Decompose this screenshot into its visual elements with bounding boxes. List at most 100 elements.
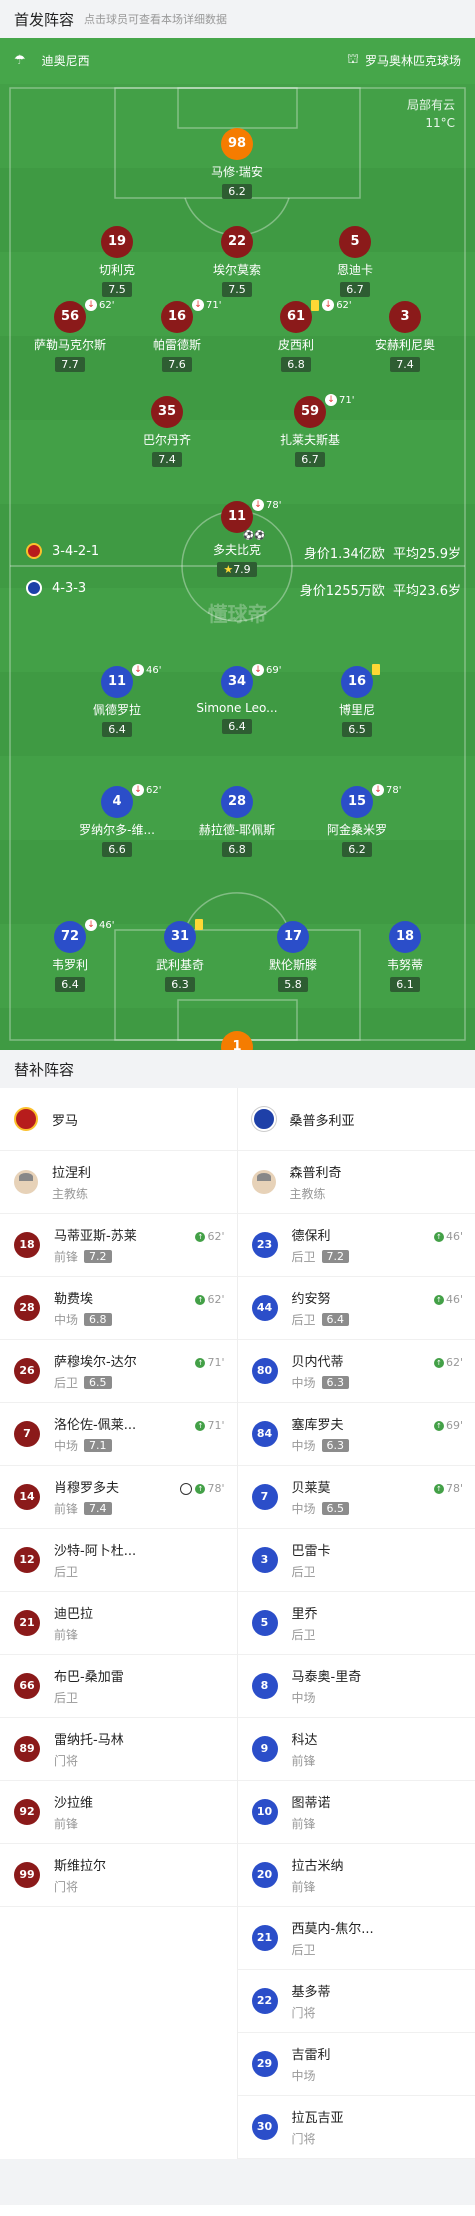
pitch-player[interactable]: 98 马修·瑞安 6.2 (177, 128, 297, 199)
player-name: 阿金桑米罗 (326, 823, 387, 837)
roma-coach-row[interactable]: 拉涅利 主教练 (0, 1151, 237, 1214)
sub-name: 科达 (291, 1733, 318, 1748)
pitch-player[interactable]: 22 埃尔莫索 7.5 (177, 226, 297, 297)
sub-out-icon: ↓ (252, 499, 264, 511)
sub-name: 拉古米纳 (291, 1859, 344, 1874)
player-rating: 6.8 (222, 842, 252, 857)
sub-number: 80 (251, 1358, 278, 1384)
sub-player-row[interactable]: 92 沙拉维 前锋 (0, 1781, 237, 1844)
sub-name: 沙拉维 (54, 1796, 94, 1811)
sub-name: 吉雷利 (291, 2048, 331, 2063)
sam-formation: 4-3-3 (26, 580, 86, 596)
sub-player-row[interactable]: 20 拉古米纳 前锋 (237, 1844, 475, 1907)
player-number: 3 (389, 301, 421, 333)
sub-player-row[interactable]: 21 西莫内-焦尔... 后卫 (237, 1907, 475, 1970)
sub-name: 马泰奥-里奇 (291, 1670, 362, 1685)
sub-player-row[interactable]: 26 萨穆埃尔-达尔 后卫 6.5 ↑ 71' (0, 1340, 237, 1403)
sub-in-time: ↑ 62' (195, 1230, 225, 1243)
player-rating: 7.7 (55, 357, 85, 372)
pitch-player[interactable]: 72 ↓ 46' 韦罗利 6.4 (10, 919, 130, 992)
sub-player-row[interactable]: 66 布巴-桑加雷 后卫 (0, 1655, 237, 1718)
star-icon: ★ (223, 563, 234, 576)
sub-player-row[interactable]: 44 约安努 后卫 6.4 ↑ 46' (237, 1277, 475, 1340)
sub-player-row[interactable]: 9 科达 前锋 (237, 1718, 475, 1781)
sub-out-icon: ↓ (192, 299, 204, 311)
player-rating: 7.5 (102, 282, 132, 297)
pitch-player[interactable]: 35 巴尔丹齐 7.4 (107, 396, 227, 467)
sub-number: 10 (251, 1799, 278, 1825)
player-rating: 5.8 (278, 977, 308, 992)
sub-number: 8 (251, 1673, 278, 1699)
sub-player-row[interactable]: 7 贝莱莫 中场 6.5 ↑ 78' (237, 1466, 475, 1529)
pitch-player[interactable]: 61 ↓ 62' 皮西利 6.8 (236, 299, 356, 372)
sub-rating: 6.5 (321, 1502, 350, 1515)
sam-coach-row[interactable]: 森普利奇 主教练 (237, 1151, 475, 1214)
sub-out-icon: ↓ (85, 299, 97, 311)
sam-team-row[interactable]: 桑普多利亚 (237, 1088, 475, 1151)
sub-player-row[interactable]: 18 马蒂亚斯-苏莱 前锋 7.2 ↑ 62' (0, 1214, 237, 1277)
player-rating: ★7.9 (217, 562, 257, 577)
sub-player-row[interactable]: 14 肖穆罗多夫 前锋 7.4 ↑ 78' (0, 1466, 237, 1529)
sub-player-row[interactable]: 12 沙特-阿卜杜... 后卫 (0, 1529, 237, 1592)
sub-player-row[interactable]: 28 勒费埃 中场 6.8 ↑ 62' (0, 1277, 237, 1340)
sub-player-row[interactable]: 99 斯维拉尔 门将 (0, 1844, 237, 1907)
player-rating: 6.7 (295, 452, 325, 467)
sub-number: 20 (251, 1862, 278, 1888)
pitch-player[interactable]: 16 博里尼 6.5 (297, 664, 417, 737)
pitch-player[interactable]: 5 恩迪卡 6.7 (295, 226, 415, 297)
sub-player-row[interactable]: 30 拉瓦吉亚 门将 (237, 2096, 475, 2159)
sub-name: 基多蒂 (291, 1985, 331, 2000)
roma-team-row[interactable]: 罗马 (0, 1088, 237, 1151)
sub-number: 5 (251, 1610, 278, 1636)
pitch-player[interactable]: 56 ↓ 62' 萨勒马克尔斯 7.7 (10, 299, 130, 372)
sub-player-row[interactable]: 3 巴雷卡 后卫 (237, 1529, 475, 1592)
sub-in-icon: ↑ (195, 1483, 206, 1494)
sub-in-icon: ↑ (195, 1420, 206, 1431)
player-number: 11 (101, 666, 133, 698)
sub-position: 前锋 (54, 1817, 79, 1831)
sub-player-row[interactable]: 22 基多蒂 门将 (237, 1970, 475, 2033)
sub-position: 中场 6.8 (54, 1311, 112, 1328)
sub-player-row[interactable]: 29 吉雷利 中场 (237, 2033, 475, 2096)
sub-player-row[interactable]: 23 德保利 后卫 7.2 ↑ 46' (237, 1214, 475, 1277)
pitch-player[interactable]: 31 武利基奇 6.3 (120, 919, 240, 992)
pitch-player[interactable]: 11 ↓ 78' ⚽⚽ 多夫比克 ★7.9 (177, 499, 297, 577)
pitch-player[interactable]: 34 ↓ 69' Simone Leo... 6.4 (177, 664, 297, 734)
pitch-player[interactable]: 28 赫拉德-耶佩斯 6.8 (177, 786, 297, 857)
lineup-title: 首发阵容 (14, 10, 75, 29)
player-number: 19 (101, 226, 133, 258)
pitch-player[interactable]: 15 ↓ 78' 阿金桑米罗 6.2 (297, 784, 417, 857)
sub-player-row[interactable]: 7 洛伦佐-佩莱... 中场 7.1 ↑ 71' (0, 1403, 237, 1466)
player-rating: 7.6 (162, 357, 192, 372)
player-name: 博里尼 (338, 703, 375, 717)
player-number: 35 (151, 396, 183, 428)
sub-player-row[interactable]: 8 马泰奥-里奇 中场 (237, 1655, 475, 1718)
sub-name: 勒费埃 (54, 1292, 94, 1307)
sub-player-row[interactable]: 21 迪巴拉 前锋 (0, 1592, 237, 1655)
player-name: 武利基奇 (155, 958, 204, 972)
sub-position: 前锋 7.4 (54, 1500, 119, 1517)
player-name: 扎莱夫斯基 (279, 433, 340, 447)
pitch-player[interactable]: 18 韦努蒂 6.1 (345, 921, 465, 992)
sub-rating: 7.4 (84, 1502, 112, 1515)
sub-player-row[interactable]: 5 里乔 后卫 (237, 1592, 475, 1655)
pitch-player[interactable]: 59 ↓ 71' 扎莱夫斯基 6.7 (250, 394, 370, 467)
pitch-player[interactable]: 11 ↓ 46' 佩德罗拉 6.4 (57, 664, 177, 737)
sub-in-time: ↑ 78' (433, 1482, 463, 1495)
player-rating: 6.5 (342, 722, 372, 737)
home-venue: ☂ 迪奥尼西 (14, 53, 90, 68)
sub-player-row[interactable]: 89 雷纳托-马林 门将 (0, 1718, 237, 1781)
pitch-player[interactable]: 19 切利克 7.5 (57, 226, 177, 297)
pitch-player[interactable]: 17 默伦斯滕 5.8 (233, 921, 353, 992)
pitch-player[interactable]: 4 ↓ 62' 罗纳尔多-维... 6.6 (57, 784, 177, 857)
pitch-player[interactable]: 1维斯马拉6.3 (177, 1031, 297, 1050)
sub-player-row[interactable]: 10 图蒂诺 前锋 (237, 1781, 475, 1844)
pitch-player[interactable]: 16 ↓ 71' 帕雷德斯 7.6 (117, 299, 237, 372)
player-number: 98 (221, 128, 253, 160)
sub-position: 门将 (291, 2132, 316, 2146)
sub-player-row[interactable]: 80 贝内代蒂 中场 6.3 ↑ 62' (237, 1340, 475, 1403)
sam-value: 身价1255万欧 平均23.6岁 (299, 584, 461, 599)
sub-player-row[interactable]: 84 塞库罗夫 中场 6.3 ↑ 69' (237, 1403, 475, 1466)
pitch-player[interactable]: 3 安赫利尼奥 7.4 (345, 301, 465, 372)
player-name: 默伦斯滕 (268, 958, 317, 972)
